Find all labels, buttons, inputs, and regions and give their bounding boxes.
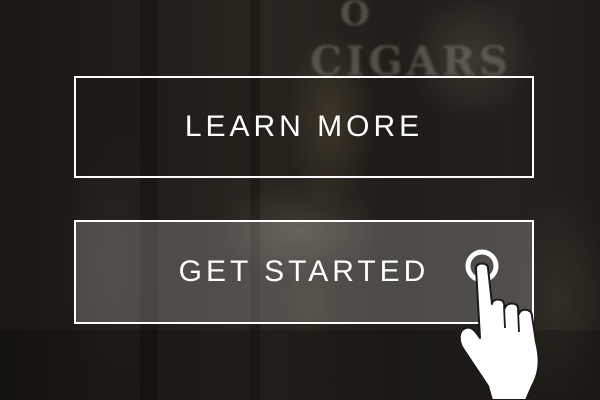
- get-started-label: GET STARTED: [178, 255, 430, 288]
- hero-section: O CIGARS LEARN MORE GET STARTED: [0, 0, 600, 400]
- tap-hand-icon: [458, 249, 540, 400]
- learn-more-label: LEARN MORE: [184, 110, 424, 143]
- learn-more-button[interactable]: LEARN MORE: [74, 76, 534, 178]
